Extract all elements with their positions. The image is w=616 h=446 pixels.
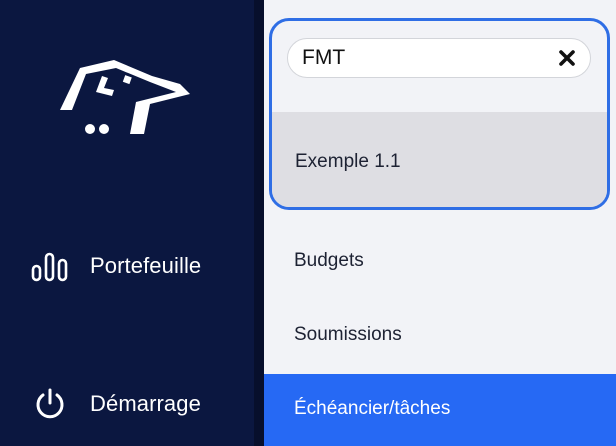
dog-head-logo-icon [60, 60, 190, 134]
menu-item-label: Échéancier/tâches [294, 398, 451, 419]
menu-panel: Exemple 1.1 Budgets Soumissions Échéanci… [264, 0, 616, 446]
menu-item-soumissions[interactable]: Soumissions [264, 300, 616, 372]
close-icon[interactable] [558, 49, 576, 67]
menu-item-label: Soumissions [294, 324, 402, 345]
menu-item-label: Budgets [294, 250, 364, 271]
search-box [287, 38, 591, 78]
sidebar-item-label: Démarrage [90, 391, 201, 416]
bar-chart-icon [30, 250, 70, 282]
menu-item-budgets[interactable]: Budgets [264, 226, 616, 298]
sidebar-item-demarrage[interactable]: Démarrage [0, 376, 254, 432]
power-icon [30, 388, 70, 420]
search-input[interactable] [302, 39, 542, 77]
menu-item-echeancier-taches[interactable]: Échéancier/tâches [264, 374, 616, 446]
search-result-item[interactable]: Exemple 1.1 [272, 112, 607, 207]
sidebar-item-portefeuille[interactable]: Portefeuille [0, 238, 254, 294]
app-window: Portefeuille Démarrage Exemp [0, 0, 616, 446]
search-result-group: Exemple 1.1 [269, 18, 610, 210]
sidebar: Portefeuille Démarrage [0, 0, 254, 446]
search-result-label: Exemple 1.1 [295, 151, 401, 172]
sidebar-item-label: Portefeuille [90, 253, 202, 278]
sidebar-divider [254, 0, 264, 446]
